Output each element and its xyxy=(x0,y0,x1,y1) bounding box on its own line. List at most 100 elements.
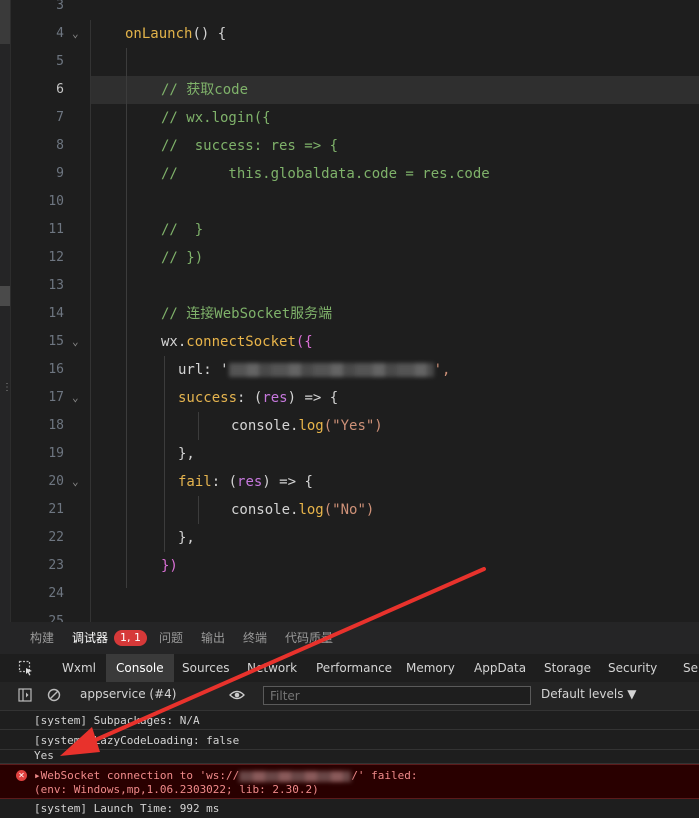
code-line-11[interactable]: 11 // } xyxy=(0,216,699,244)
tab-terminal[interactable]: 终端 xyxy=(243,622,267,654)
line-number: 11 xyxy=(48,222,64,237)
code-line-7[interactable]: 7 // wx.login({ xyxy=(0,104,699,132)
code-text: // }) xyxy=(161,250,204,266)
tab-debugger[interactable]: 调试器 xyxy=(72,622,108,654)
tab-memory[interactable]: Memory xyxy=(406,654,455,682)
line-number: 16 xyxy=(48,362,64,377)
console-log-row: [system] Launch Time: 992 ms xyxy=(34,802,220,815)
console-toolbar: appservice (#4) Default levels ▼ xyxy=(0,682,699,711)
fold-chevron-icon[interactable]: ⌄ xyxy=(72,384,79,412)
line-number: 3 xyxy=(56,0,64,13)
line-number: 18 xyxy=(48,418,64,433)
code-text: wx.connectSocket({ xyxy=(161,334,313,350)
line-number: 12 xyxy=(48,250,64,265)
code-line-10[interactable]: 10 xyxy=(0,188,699,216)
code-line-8[interactable]: 8 // success: res => { xyxy=(0,132,699,160)
code-text: // } xyxy=(161,222,204,238)
tab-problems[interactable]: 问题 xyxy=(159,622,183,654)
code-line-5[interactable]: 5 xyxy=(0,48,699,76)
code-line-17[interactable]: 17 ⌄ success: (res) => { xyxy=(0,384,699,412)
error-count-badge: 1, 1 xyxy=(114,630,147,646)
code-editor[interactable]: ⋮ 3 4 ⌄ onLaunch() { 5 6 // 获取code 7 // … xyxy=(0,0,699,622)
code-line-13[interactable]: 13 xyxy=(0,272,699,300)
line-number-active: 6 xyxy=(56,82,64,97)
code-text: }, xyxy=(178,530,195,546)
code-line-3[interactable]: 3 xyxy=(0,0,699,20)
line-number: 13 xyxy=(48,278,64,293)
line-number: 7 xyxy=(56,110,64,125)
code-line-16[interactable]: 16 url: ' ', xyxy=(0,356,699,384)
line-number: 19 xyxy=(48,446,64,461)
code-line-18[interactable]: 18 console.log("Yes") xyxy=(0,412,699,440)
code-text: url: ' ', xyxy=(178,362,451,378)
tab-wxml[interactable]: Wxml xyxy=(62,654,96,682)
sidebar-toggle-icon[interactable] xyxy=(18,688,32,705)
redacted-url xyxy=(228,363,434,377)
code-text: fail: (res) => { xyxy=(178,474,313,490)
fold-chevron-icon[interactable]: ⌄ xyxy=(72,328,79,356)
tab-security[interactable]: Security xyxy=(608,654,657,682)
tab-code-quality[interactable]: 代码质量 xyxy=(285,622,333,654)
code-line-24[interactable]: 24 xyxy=(0,580,699,608)
redacted-url xyxy=(239,770,352,782)
line-number: 5 xyxy=(56,54,64,69)
line-number: 22 xyxy=(48,530,64,545)
code-line-6[interactable]: 6 // 获取code xyxy=(0,76,699,104)
tab-sources[interactable]: Sources xyxy=(182,654,229,682)
tab-overflow[interactable]: Ser xyxy=(683,654,699,682)
clear-console-icon[interactable] xyxy=(47,688,61,705)
line-number: 10 xyxy=(48,194,64,209)
line-number: 14 xyxy=(48,306,64,321)
inspect-element-icon[interactable] xyxy=(18,660,34,679)
tab-build[interactable]: 构建 xyxy=(30,622,54,654)
code-text: // 获取code xyxy=(161,82,249,98)
code-text: // wx.login({ xyxy=(161,110,271,126)
line-number: 17 xyxy=(48,390,64,405)
console-log-row: [system] LazyCodeLoading: false xyxy=(0,730,699,750)
tab-network[interactable]: Network xyxy=(247,654,297,682)
tab-appdata[interactable]: AppData xyxy=(474,654,526,682)
tab-console[interactable]: Console xyxy=(106,654,174,682)
fold-chevron-icon[interactable]: ⌄ xyxy=(72,20,79,48)
code-line-22[interactable]: 22 }, xyxy=(0,524,699,552)
code-text: // this.globaldata.code = res.code xyxy=(161,166,490,182)
code-line-4[interactable]: 4 ⌄ onLaunch() { xyxy=(0,20,699,48)
line-number: 25 xyxy=(48,614,64,622)
eye-icon[interactable] xyxy=(229,688,245,705)
code-line-20[interactable]: 20 ⌄ fail: (res) => { xyxy=(0,468,699,496)
code-text: success: (res) => { xyxy=(178,390,339,406)
code-line-12[interactable]: 12 // }) xyxy=(0,244,699,272)
code-text: // success: res => { xyxy=(161,138,339,154)
code-line-21[interactable]: 21 console.log("No") xyxy=(0,496,699,524)
line-number: 4 xyxy=(56,26,64,41)
code-line-25[interactable]: 25 xyxy=(0,608,699,622)
tab-output[interactable]: 输出 xyxy=(201,622,225,654)
code-line-15[interactable]: 15 ⌄ wx.connectSocket({ xyxy=(0,328,699,356)
code-line-23[interactable]: 23 }) xyxy=(0,552,699,580)
line-number: 21 xyxy=(48,502,64,517)
tab-storage[interactable]: Storage xyxy=(544,654,591,682)
devtools-tab-bar: Wxml Console Sources Network Performance… xyxy=(0,654,699,683)
fold-chevron-icon[interactable]: ⌄ xyxy=(72,468,79,496)
error-env: (env: Windows,mp,1.06.2303022; lib: 2.30… xyxy=(34,783,319,796)
log-levels-dropdown[interactable]: Default levels ▼ xyxy=(541,687,637,701)
code-text: console.log("Yes") xyxy=(231,418,383,434)
console-log-row-yes: Yes xyxy=(0,749,699,764)
console-filter-input[interactable] xyxy=(263,686,531,705)
code-line-19[interactable]: 19 }, xyxy=(0,440,699,468)
error-icon: ✕ xyxy=(16,770,27,781)
context-selector[interactable]: appservice (#4) xyxy=(80,687,176,701)
tab-performance[interactable]: Performance xyxy=(316,654,392,682)
panel-tab-bar: 构建 调试器 1, 1 问题 输出 终端 代码质量 xyxy=(0,622,699,655)
code-line-14[interactable]: 14 // 连接WebSocket服务端 xyxy=(0,300,699,328)
error-text[interactable]: ▸WebSocket connection to 'ws:///' failed… xyxy=(34,769,418,782)
code-text: onLaunch() { xyxy=(125,26,227,42)
code-text: }) xyxy=(161,558,178,574)
console-error-row: ✕ ▸WebSocket connection to 'ws:///' fail… xyxy=(0,764,699,799)
line-number: 9 xyxy=(56,166,64,181)
code-text: // 连接WebSocket服务端 xyxy=(161,306,333,322)
code-text: console.log("No") xyxy=(231,502,375,518)
line-number: 15 xyxy=(48,334,64,349)
line-number: 23 xyxy=(48,558,64,573)
code-line-9[interactable]: 9 // this.globaldata.code = res.code xyxy=(0,160,699,188)
